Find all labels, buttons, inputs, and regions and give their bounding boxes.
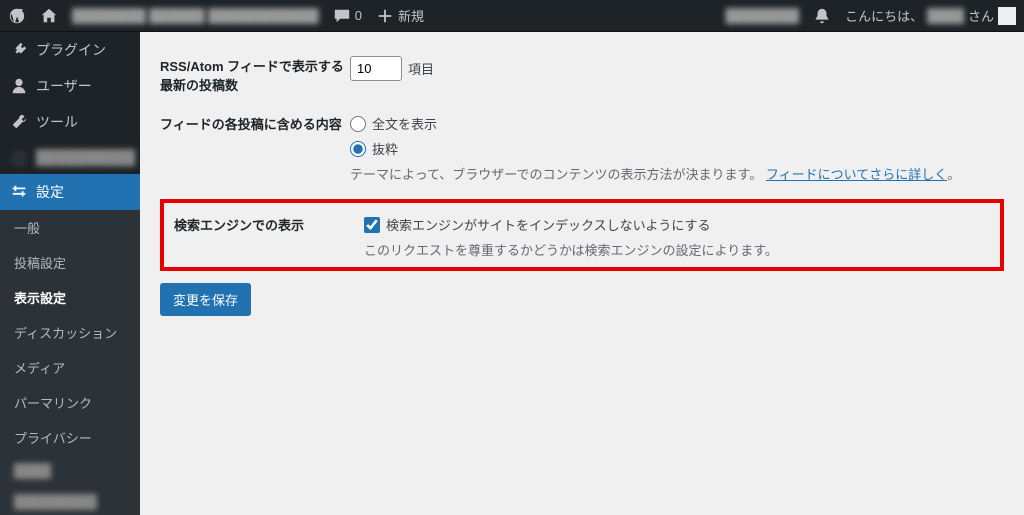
home-icon[interactable] <box>40 7 58 25</box>
greeting-prefix: こんにちは、 <box>845 6 923 25</box>
sidebar-sub-blurred-2[interactable]: █████████ <box>0 486 140 515</box>
avatar <box>998 7 1016 25</box>
sidebar-sub-blurred-1[interactable]: ████ <box>0 455 140 486</box>
sidebar-sub-media[interactable]: メディア <box>0 350 140 385</box>
sidebar-label: 設定 <box>36 182 64 202</box>
notifications-icon[interactable] <box>813 7 831 25</box>
comments-count[interactable]: 0 <box>333 7 362 25</box>
row-feed-content: フィードの各投稿に含める内容 全文を表示 抜粋 テーマによって、ブラウザーでのコ… <box>160 104 1004 193</box>
user-icon <box>10 77 28 95</box>
sidebar-label: ユーザー <box>36 76 92 96</box>
sidebar-sub-permalink[interactable]: パーマリンク <box>0 385 140 420</box>
sidebar-sub-privacy[interactable]: プライバシー <box>0 420 140 455</box>
username-blurred: ████ <box>927 8 964 23</box>
admin-sidebar: プラグイン ユーザー ツール ▢██████████ 設定 一般 投稿設定 表示… <box>0 32 140 515</box>
howdy[interactable]: こんにちは、 ████ さん <box>845 6 1016 25</box>
sidebar-sub-writing[interactable]: 投稿設定 <box>0 245 140 280</box>
highlight-box: 検索エンジンでの表示 検索エンジンがサイトをインデックスしないようにする このリ… <box>160 199 1004 271</box>
sidebar-label: ツール <box>36 112 78 132</box>
admin-toolbar: ████████ ██████ ████████████ 0 新規 ██████… <box>0 0 1024 32</box>
radio-full-text[interactable] <box>350 116 366 132</box>
site-title-blurred[interactable]: ████████ ██████ ████████████ <box>72 8 319 23</box>
rss-count-input[interactable] <box>350 56 402 81</box>
seo-label: 検索エンジンでの表示 <box>174 215 364 259</box>
sidebar-sub-general[interactable]: 一般 <box>0 210 140 245</box>
radio-full-label: 全文を表示 <box>372 114 437 133</box>
sidebar-item-settings[interactable]: 設定 <box>0 174 140 210</box>
sliders-icon <box>10 183 28 201</box>
new-content[interactable]: 新規 <box>376 6 424 25</box>
save-button[interactable]: 変更を保存 <box>160 283 251 316</box>
blurred-icon: ▢ <box>10 148 28 166</box>
radio-excerpt-label: 抜粋 <box>372 139 398 158</box>
seo-description: このリクエストを尊重するかどうかは検索エンジンの設定によります。 <box>364 240 990 259</box>
sidebar-item-tools[interactable]: ツール <box>0 104 140 140</box>
wp-logo[interactable] <box>8 7 26 25</box>
sidebar-sub-discussion[interactable]: ディスカッション <box>0 315 140 350</box>
wrench-icon <box>10 113 28 131</box>
sidebar-sub-reading[interactable]: 表示設定 <box>0 280 140 315</box>
greeting-suffix: さん <box>968 6 994 25</box>
row-search-visibility: 検索エンジンでの表示 検索エンジンがサイトをインデックスしないようにする このリ… <box>174 211 990 263</box>
sidebar-item-blurred-1[interactable]: ▢██████████ <box>0 140 140 174</box>
radio-excerpt[interactable] <box>350 141 366 157</box>
checkbox-discourage-search[interactable] <box>364 217 380 233</box>
feed-content-label: フィードの各投稿に含める内容 <box>160 114 350 183</box>
feed-description: テーマによって、ブラウザーでのコンテンツの表示方法が決まります。 フィードについ… <box>350 164 1004 183</box>
rss-label: RSS/Atom フィードで表示する最新の投稿数 <box>160 56 350 94</box>
sidebar-label: プラグイン <box>36 40 106 60</box>
toolbar-extra-blurred[interactable]: ████████ <box>725 8 799 23</box>
new-label: 新規 <box>398 6 424 25</box>
feed-learn-more-link[interactable]: フィードについてさらに詳しく <box>766 167 947 182</box>
plug-icon <box>10 41 28 59</box>
main-content: RSS/Atom フィードで表示する最新の投稿数 項目 フィードの各投稿に含める… <box>140 32 1024 515</box>
sidebar-item-users[interactable]: ユーザー <box>0 68 140 104</box>
row-rss-count: RSS/Atom フィードで表示する最新の投稿数 項目 <box>160 46 1004 104</box>
sidebar-item-plugins[interactable]: プラグイン <box>0 32 140 68</box>
rss-unit: 項目 <box>408 59 434 78</box>
seo-checkbox-label: 検索エンジンがサイトをインデックスしないようにする <box>386 215 710 234</box>
comment-count-value: 0 <box>355 8 362 23</box>
